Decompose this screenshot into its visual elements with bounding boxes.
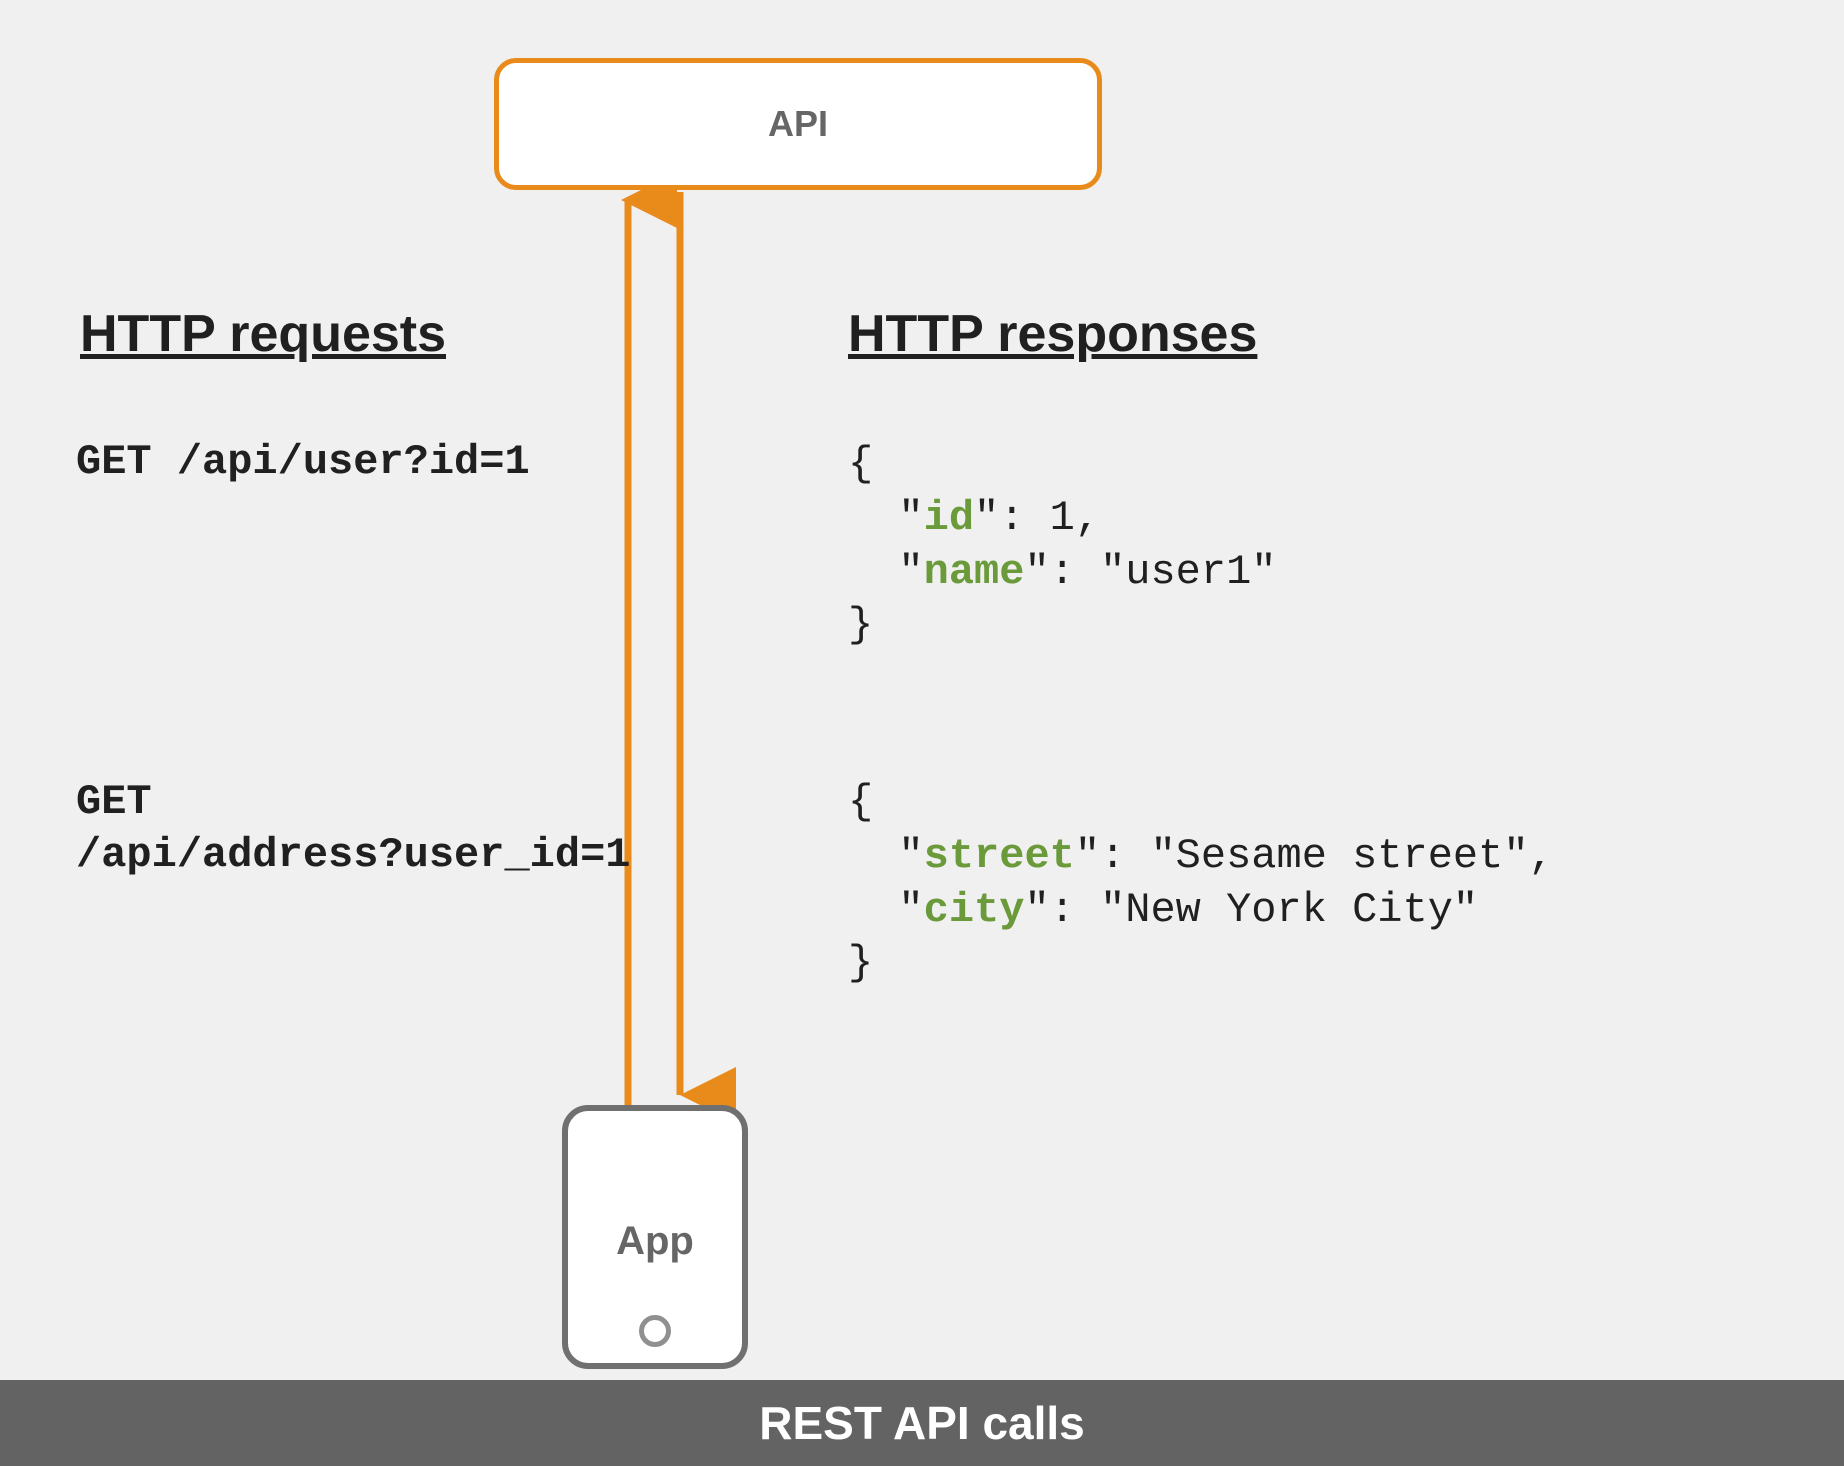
response-2: { "street": "Sesame street", "city": "Ne… — [848, 776, 1554, 991]
phone-home-button-icon — [639, 1315, 671, 1347]
request-2: GET /api/address?user_id=1 — [76, 776, 631, 881]
diagram-caption-bar: REST API calls — [0, 1380, 1844, 1466]
responses-heading: HTTP responses — [848, 304, 1257, 364]
request-1: GET /api/user?id=1 — [76, 438, 530, 486]
response-1: { "id": 1, "name": "user1" } — [848, 438, 1277, 653]
connection-arrows — [0, 0, 1844, 1466]
app-label: App — [568, 1219, 742, 1264]
api-node: API — [494, 58, 1102, 190]
app-phone-node: App — [562, 1105, 748, 1369]
api-label: API — [768, 103, 828, 145]
diagram-caption: REST API calls — [759, 1396, 1085, 1450]
requests-heading: HTTP requests — [80, 304, 446, 364]
